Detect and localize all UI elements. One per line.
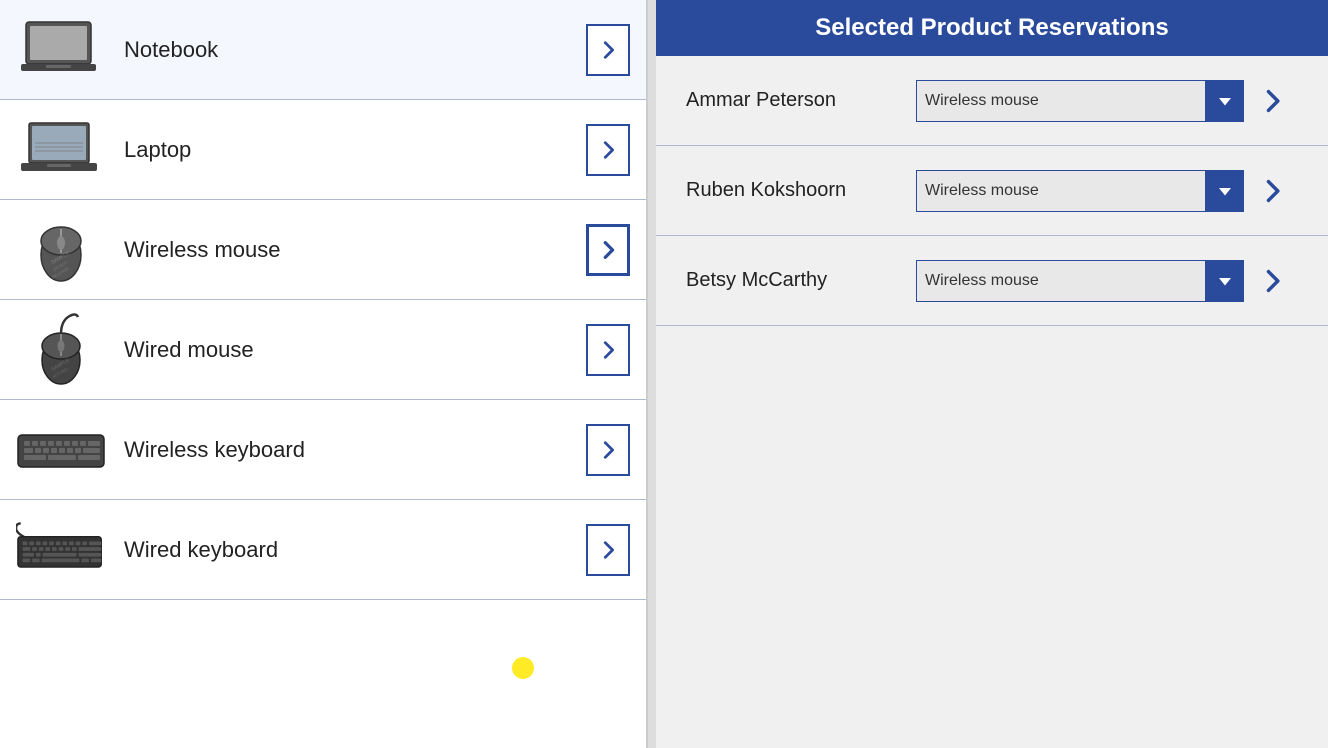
product-name-notebook: Notebook (124, 37, 586, 63)
reservation-row-ruben: Ruben Kokshoorn Wireless mouse Wired mou… (656, 146, 1328, 236)
person-name-ammar: Ammar Peterson (686, 89, 916, 112)
select-dropdown-btn-ruben[interactable] (1206, 170, 1244, 212)
scrollbar[interactable] (648, 0, 656, 748)
navigate-wireless-keyboard-btn[interactable] (586, 424, 630, 476)
navigate-ammar-btn[interactable] (1254, 80, 1290, 122)
select-wrapper-betsy: Wireless mouse Wired mouse Laptop Notebo… (916, 260, 1244, 302)
product-image-wired-keyboard (16, 512, 106, 587)
product-item-notebook[interactable]: Notebook (0, 0, 646, 100)
navigate-betsy-btn[interactable] (1254, 260, 1290, 302)
product-image-wireless-mouse: SAMPLE DO NOT RELEASE (16, 212, 106, 287)
product-name-wired-mouse: Wired mouse (124, 337, 586, 363)
navigate-laptop-btn[interactable] (586, 124, 630, 176)
product-item-wired-mouse[interactable]: SAMPLE NOT REL Wired mouse (0, 300, 646, 400)
product-name-laptop: Laptop (124, 137, 586, 163)
product-name-wireless-keyboard: Wireless keyboard (124, 437, 586, 463)
product-image-notebook (16, 12, 106, 87)
navigate-notebook-btn[interactable] (586, 24, 630, 76)
product-select-wrapper-ruben: Wireless mouse Wired mouse Laptop Notebo… (916, 170, 1298, 212)
product-select-wrapper-ammar: Wireless mouse Wired mouse Laptop Notebo… (916, 80, 1298, 122)
navigate-ruben-btn[interactable] (1254, 170, 1290, 212)
person-name-ruben: Ruben Kokshoorn (686, 179, 916, 202)
product-list: Notebook Laptop (0, 0, 648, 748)
product-item-wireless-keyboard[interactable]: SAMPLE DO NOT RELEASE Wireless keyboard (0, 400, 646, 500)
person-name-betsy: Betsy McCarthy (686, 269, 916, 292)
reservation-list: Ammar Peterson Wireless mouse Wired mous… (656, 56, 1328, 748)
product-select-betsy[interactable]: Wireless mouse Wired mouse Laptop Notebo… (916, 260, 1206, 302)
product-select-ammar[interactable]: Wireless mouse Wired mouse Laptop Notebo… (916, 80, 1206, 122)
product-select-wrapper-betsy: Wireless mouse Wired mouse Laptop Notebo… (916, 260, 1298, 302)
navigate-wired-keyboard-btn[interactable] (586, 524, 630, 576)
product-name-wired-keyboard: Wired keyboard (124, 537, 586, 563)
select-wrapper-ruben: Wireless mouse Wired mouse Laptop Notebo… (916, 170, 1244, 212)
select-dropdown-btn-ammar[interactable] (1206, 80, 1244, 122)
product-image-wired-mouse: SAMPLE NOT REL (16, 312, 106, 387)
product-name-wireless-mouse: Wireless mouse (124, 237, 586, 263)
navigate-wired-mouse-btn[interactable] (586, 324, 630, 376)
select-wrapper-ammar: Wireless mouse Wired mouse Laptop Notebo… (916, 80, 1244, 122)
product-image-laptop (16, 112, 106, 187)
product-image-wireless-keyboard: SAMPLE DO NOT RELEASE (16, 412, 106, 487)
product-item-laptop[interactable]: Laptop (0, 100, 646, 200)
svg-text:SAMPLE DO NOT RELEASE: SAMPLE DO NOT RELEASE (28, 427, 94, 433)
product-select-ruben[interactable]: Wireless mouse Wired mouse Laptop Notebo… (916, 170, 1206, 212)
right-panel: Selected Product Reservations Ammar Pete… (656, 0, 1328, 748)
panel-title: Selected Product Reservations (656, 0, 1328, 56)
reservation-row-ammar: Ammar Peterson Wireless mouse Wired mous… (656, 56, 1328, 146)
reservation-row-betsy: Betsy McCarthy Wireless mouse Wired mous… (656, 236, 1328, 326)
select-dropdown-btn-betsy[interactable] (1206, 260, 1244, 302)
product-item-wired-keyboard[interactable]: Wired keyboard (0, 500, 646, 600)
navigate-wireless-mouse-btn[interactable] (586, 224, 630, 276)
product-item-wireless-mouse[interactable]: SAMPLE DO NOT RELEASE Wireless mouse (0, 200, 646, 300)
